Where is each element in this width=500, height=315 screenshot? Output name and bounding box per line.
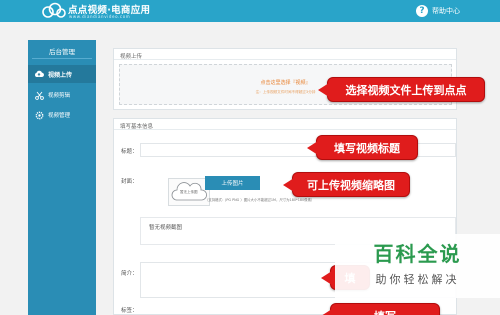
sidebar-item-label: 视频剪辑 xyxy=(48,93,71,99)
scissors-icon xyxy=(34,91,44,100)
brand-logo[interactable]: 点点视频·电商应用 www.diandianvideo.com xyxy=(42,2,202,20)
sidebar: 后台管理 视频上传 视频剪辑 视频管理 xyxy=(28,40,96,315)
title-label: 标题： xyxy=(121,149,138,155)
sidebar-item-video-edit[interactable]: 视频剪辑 xyxy=(28,86,96,104)
panel-divider xyxy=(114,129,456,130)
help-center-link[interactable]: ? 帮助中心 xyxy=(416,4,460,18)
watermark: 百科全说 助你轻松解决 xyxy=(335,234,500,298)
tags-label: 标签： xyxy=(121,308,138,314)
sidebar-title: 后台管理 xyxy=(49,48,75,56)
logo-icon xyxy=(42,2,66,18)
callout-tags: 填写 xyxy=(330,303,440,315)
sidebar-item-label: 视频管理 xyxy=(48,113,71,119)
cover-thumbnail: 暂无上传图 xyxy=(168,178,210,206)
image-format-hint: （支持格式：JPG PNG ）图片大小不能超过1M，尺寸为180*180像素） xyxy=(205,198,315,202)
cloud-upload-icon xyxy=(34,70,44,79)
watermark-main: 百科全说 xyxy=(373,242,462,266)
callout-upload: 选择视频文件上传到点点 xyxy=(327,77,485,102)
sidebar-item-label: 视频上传 xyxy=(48,71,73,79)
gear-icon xyxy=(34,111,44,120)
top-header: 点点视频·电商应用 www.diandianvideo.com ? 帮助中心 xyxy=(0,0,500,22)
panel-divider xyxy=(114,59,456,60)
callout-cover: 可上传视频缩略图 xyxy=(292,172,410,197)
brand-subtitle: www.diandianvideo.com xyxy=(69,14,131,19)
question-icon: ? xyxy=(416,5,428,17)
help-label: 帮助中心 xyxy=(432,7,460,15)
intro-label: 简介： xyxy=(121,271,138,277)
watermark-sub: 助你轻松解决 xyxy=(375,273,460,286)
sidebar-item-video-manage[interactable]: 视频管理 xyxy=(28,106,96,124)
sidebar-item-video-upload[interactable]: 视频上传 xyxy=(28,65,96,83)
video-screenshot-label: 暂无视频截图 xyxy=(149,225,183,231)
upload-image-button[interactable]: 上传图片 xyxy=(205,176,260,190)
callout-title: 填写视频标题 xyxy=(316,135,418,160)
cover-label: 封面： xyxy=(121,179,138,185)
sidebar-divider xyxy=(32,58,92,59)
cover-placeholder-text: 暂无上传图 xyxy=(180,190,198,194)
